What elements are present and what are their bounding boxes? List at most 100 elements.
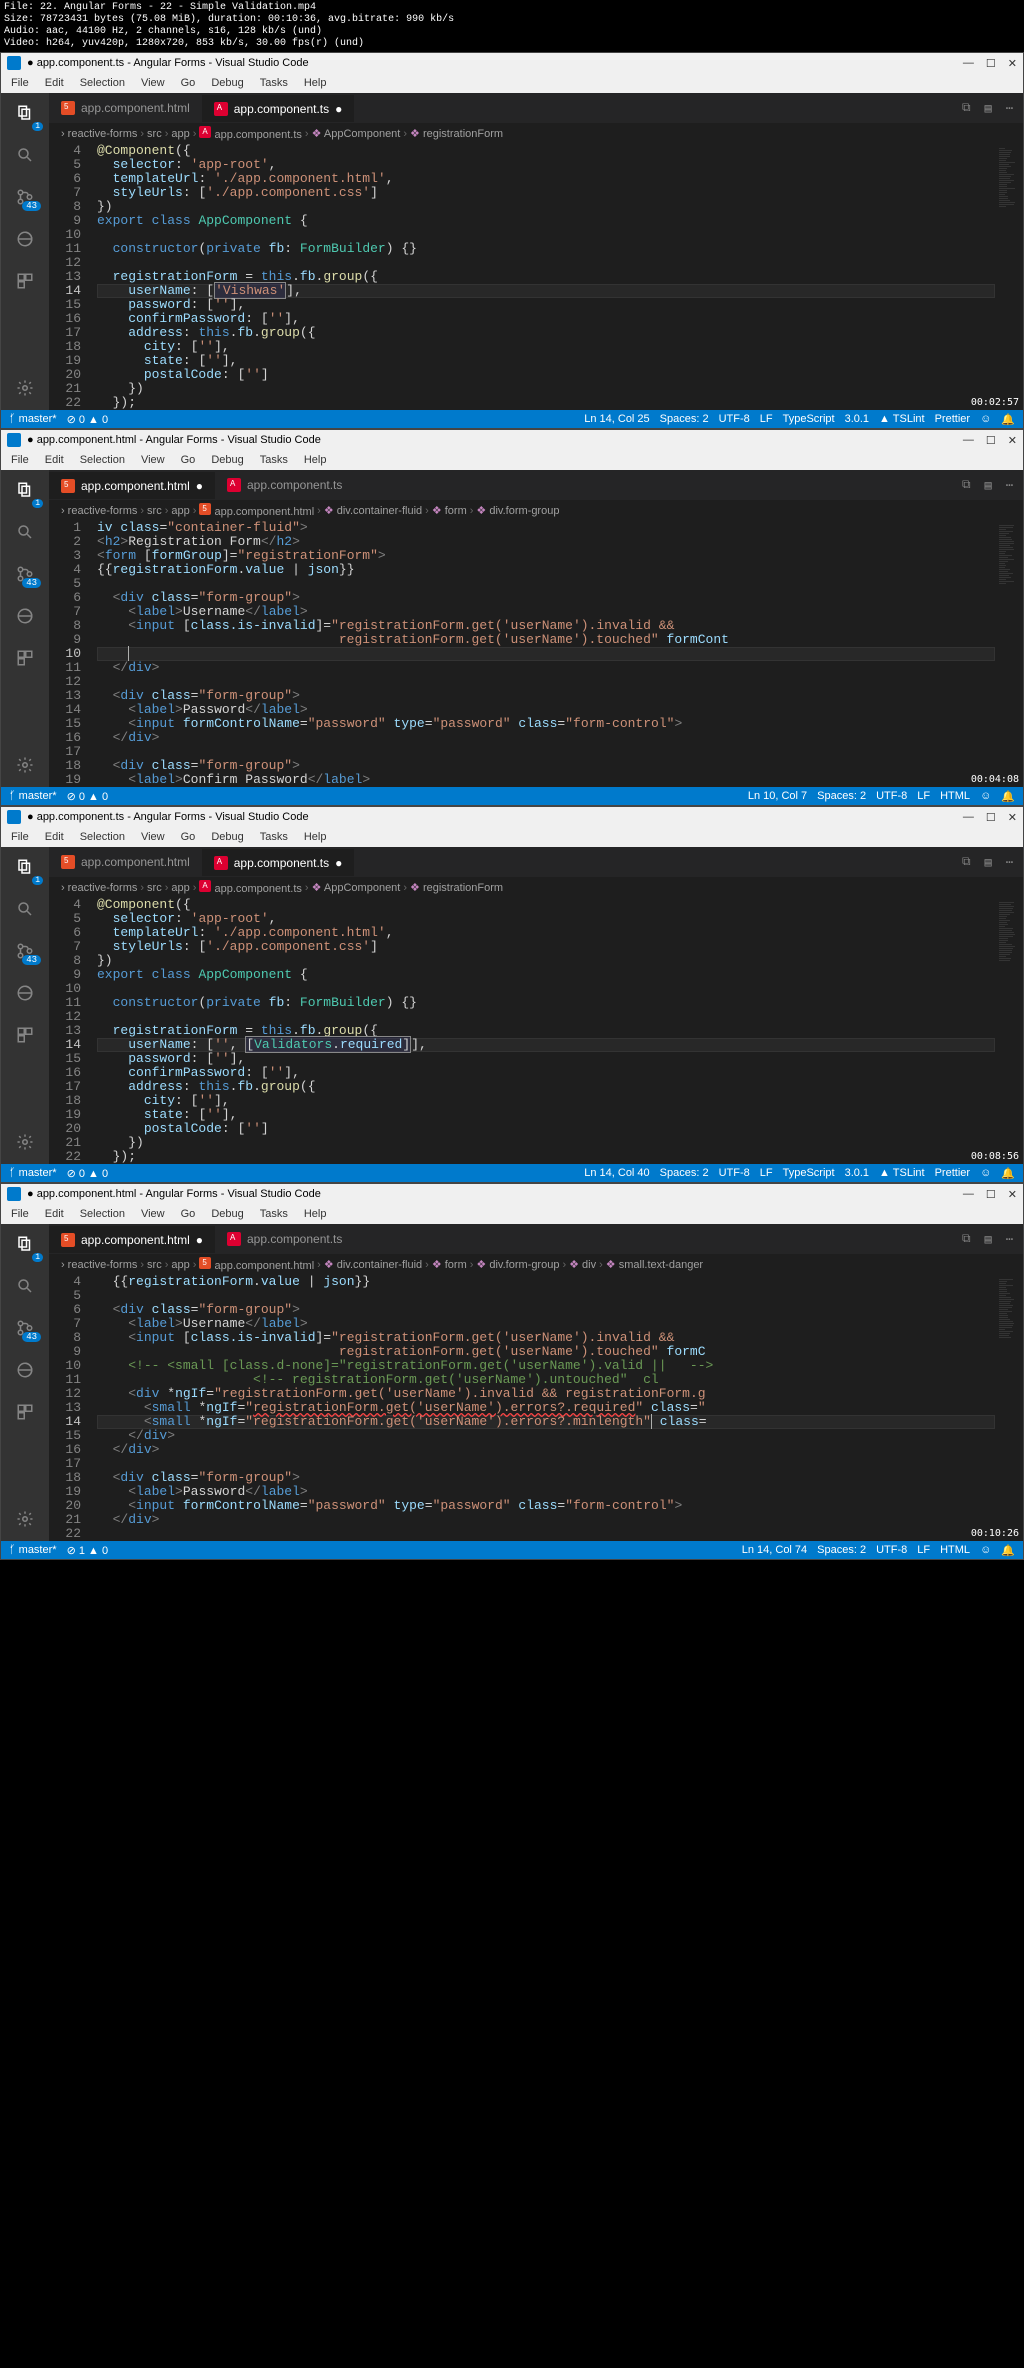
code-line[interactable]: postalCode: [''] (97, 1122, 995, 1136)
menu-go[interactable]: Go (175, 452, 202, 468)
menu-go[interactable]: Go (175, 829, 202, 845)
tab-ts[interactable]: app.component.ts (215, 1226, 354, 1252)
code-line[interactable] (97, 982, 995, 996)
menu-file[interactable]: File (5, 452, 35, 468)
breadcrumb-item[interactable]: reactive-forms (68, 505, 138, 517)
code-content[interactable]: iv class="container-fluid"><h2>Registrat… (97, 521, 995, 787)
menu-view[interactable]: View (135, 1206, 171, 1222)
explorer-icon[interactable]: 1 (13, 855, 37, 879)
code-line[interactable]: <label>Confirm Password</label> (97, 773, 995, 787)
code-line[interactable]: userName: ['', [Validators.required]], (97, 1038, 995, 1052)
tab-html[interactable]: app.component.html (49, 849, 202, 875)
code-line[interactable]: templateUrl: './app.component.html', (97, 926, 995, 940)
source-control-icon[interactable]: 43 (13, 1316, 37, 1340)
tab-ts[interactable]: app.component.ts● (202, 849, 355, 876)
status-branch[interactable]: ᚶ master* (9, 413, 57, 425)
search-icon[interactable] (13, 1274, 37, 1298)
status-branch[interactable]: ᚶ master* (9, 790, 57, 802)
status-language[interactable]: HTML (940, 790, 970, 802)
editor[interactable]: 45678910111213141516171819202122 {{regis… (49, 1275, 1023, 1541)
status-eol[interactable]: LF (760, 413, 773, 425)
explorer-icon[interactable]: 1 (13, 101, 37, 125)
menu-tasks[interactable]: Tasks (254, 1206, 294, 1222)
menu-selection[interactable]: Selection (74, 75, 131, 91)
extensions-icon[interactable] (13, 646, 37, 670)
code-line[interactable]: @Component({ (97, 898, 995, 912)
status-eol[interactable]: LF (917, 790, 930, 802)
breadcrumb-item[interactable]: ❖ div.container-fluid (324, 1258, 422, 1271)
code-line[interactable]: password: [''], (97, 298, 995, 312)
status-eol[interactable]: LF (917, 1544, 930, 1556)
status-eol[interactable]: LF (760, 1167, 773, 1179)
more-icon[interactable]: ⋯ (1006, 855, 1013, 870)
close-button[interactable]: ✕ (1008, 434, 1017, 447)
menu-selection[interactable]: Selection (74, 829, 131, 845)
compare-icon[interactable]: ⧉ (962, 478, 971, 493)
code-line[interactable] (97, 675, 995, 689)
status-bell-icon[interactable]: 🔔 (1001, 1544, 1015, 1557)
code-line[interactable]: </div> (97, 731, 995, 745)
status-bell-icon[interactable]: 🔔 (1001, 790, 1015, 803)
breadcrumb-item[interactable]: app (171, 505, 189, 517)
breadcrumb-item[interactable]: ❖ div.form-group (476, 1258, 559, 1271)
menu-help[interactable]: Help (298, 452, 333, 468)
code-line[interactable]: {{registrationForm.value | json}} (97, 1275, 995, 1289)
settings-gear-icon[interactable] (13, 1507, 37, 1531)
code-line[interactable] (97, 1527, 995, 1541)
code-line[interactable]: }) (97, 382, 995, 396)
explorer-icon[interactable]: 1 (13, 478, 37, 502)
status-encoding[interactable]: UTF-8 (719, 1167, 750, 1179)
breadcrumb-item[interactable]: src (147, 505, 162, 517)
source-control-icon[interactable]: 43 (13, 562, 37, 586)
close-button[interactable]: ✕ (1008, 1188, 1017, 1201)
compare-icon[interactable]: ⧉ (962, 1232, 971, 1247)
menu-go[interactable]: Go (175, 75, 202, 91)
code-line[interactable]: <input [class.is-invalid]="registrationF… (97, 1331, 995, 1345)
status-branch[interactable]: ᚶ master* (9, 1167, 57, 1179)
tab-html[interactable]: app.component.html● (49, 472, 215, 499)
editor[interactable]: 45678910111213141516171819202122 @Compon… (49, 144, 1023, 410)
breadcrumb-item[interactable]: ❖ form (432, 1258, 467, 1271)
code-line[interactable]: confirmPassword: [''], (97, 1066, 995, 1080)
status-language[interactable]: TypeScript (783, 1167, 835, 1179)
code-line[interactable]: iv class="container-fluid"> (97, 521, 995, 535)
minimap[interactable] (995, 1275, 1023, 1541)
status-encoding[interactable]: UTF-8 (876, 790, 907, 802)
compare-icon[interactable]: ⧉ (962, 101, 971, 116)
extensions-icon[interactable] (13, 1023, 37, 1047)
status-cursor[interactable]: Ln 14, Col 74 (742, 1544, 807, 1556)
extensions-icon[interactable] (13, 269, 37, 293)
code-line[interactable]: <div class="form-group"> (97, 591, 995, 605)
menu-view[interactable]: View (135, 452, 171, 468)
status-feedback-icon[interactable]: ☺ (980, 790, 991, 802)
menu-help[interactable]: Help (298, 829, 333, 845)
status-prettier[interactable]: Prettier (935, 413, 970, 425)
status-feedback-icon[interactable]: ☺ (980, 1167, 991, 1179)
status-feedback-icon[interactable]: ☺ (980, 1544, 991, 1556)
breadcrumb-item[interactable]: ❖ div (569, 1258, 596, 1271)
code-line[interactable]: styleUrls: ['./app.component.css'] (97, 940, 995, 954)
code-line[interactable]: <div class="form-group"> (97, 1471, 995, 1485)
code-line[interactable]: styleUrls: ['./app.component.css'] (97, 186, 995, 200)
status-errors[interactable]: ⊘ 0 ▲ 0 (67, 790, 109, 803)
code-line[interactable]: <!-- <small [class.d-none]="registration… (97, 1359, 995, 1373)
code-line[interactable]: <!-- registrationForm.get('userName').un… (97, 1373, 995, 1387)
debug-icon[interactable] (13, 227, 37, 251)
breadcrumb-item[interactable]: src (147, 1259, 162, 1271)
split-editor-icon[interactable]: ▤ (985, 855, 992, 870)
code-line[interactable] (97, 1010, 995, 1024)
menu-view[interactable]: View (135, 829, 171, 845)
status-spaces[interactable]: Spaces: 2 (660, 1167, 709, 1179)
search-icon[interactable] (13, 143, 37, 167)
breadcrumb-item[interactable]: reactive-forms (68, 128, 138, 140)
code-line[interactable]: </div> (97, 1429, 995, 1443)
minimize-button[interactable]: — (963, 434, 974, 447)
editor[interactable]: 45678910111213141516171819202122 @Compon… (49, 898, 1023, 1164)
minimize-button[interactable]: — (963, 57, 974, 70)
code-line[interactable]: <label>Username</label> (97, 1317, 995, 1331)
code-line[interactable] (97, 228, 995, 242)
status-spaces[interactable]: Spaces: 2 (660, 413, 709, 425)
status-feedback-icon[interactable]: ☺ (980, 413, 991, 425)
debug-icon[interactable] (13, 1358, 37, 1382)
breadcrumb-item[interactable]: ❖ registrationForm (410, 881, 503, 894)
